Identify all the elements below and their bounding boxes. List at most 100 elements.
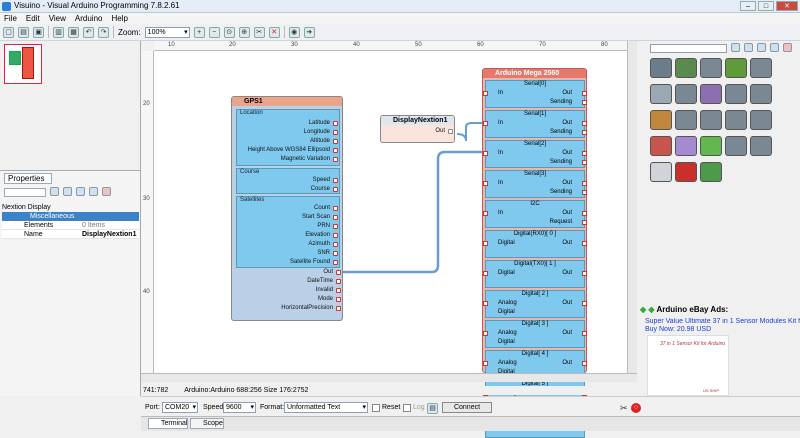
- format-select[interactable]: Unformatted Text: [284, 402, 368, 413]
- palette-category-icon[interactable]: [700, 58, 722, 78]
- tools-icon[interactable]: ✂: [620, 403, 628, 414]
- palette-category-icon[interactable]: [650, 110, 672, 130]
- output-pin[interactable]: [333, 215, 338, 220]
- nextion-component[interactable]: DisplayNextion1 Out: [380, 115, 455, 143]
- output-pin[interactable]: [582, 160, 587, 165]
- close-button[interactable]: ✕: [776, 1, 798, 11]
- palette-category-icon[interactable]: [725, 110, 747, 130]
- palette-category-icon[interactable]: [675, 58, 697, 78]
- input-pin[interactable]: [483, 181, 488, 186]
- ebay-ad-image[interactable]: 37 in 1 Sensor Kit for Arduino US SHIP: [647, 335, 729, 396]
- mega-pin-group[interactable]: Serial[1] In Out Sending: [483, 110, 587, 138]
- palette-category-icon[interactable]: [725, 84, 747, 104]
- output-pin[interactable]: [333, 121, 338, 126]
- mega-pin-group[interactable]: Digital(TX0)[ 1 ] Digital Out: [483, 260, 587, 288]
- output-pin[interactable]: [333, 224, 338, 229]
- output-pin[interactable]: [582, 271, 587, 276]
- palette-category-icon[interactable]: [650, 136, 672, 156]
- speed-select[interactable]: 9600: [223, 402, 256, 413]
- open-folder-icon[interactable]: ▤: [18, 26, 29, 38]
- expand-icon[interactable]: [50, 187, 59, 196]
- menu-view[interactable]: View: [49, 13, 66, 24]
- palette-category-icon[interactable]: [675, 110, 697, 130]
- palette-category-icon[interactable]: [700, 110, 722, 130]
- minimize-button[interactable]: –: [740, 1, 756, 11]
- globe-icon[interactable]: ◉: [288, 26, 300, 38]
- mega-pin-group[interactable]: Digital[ 3 ] Analog Digital Out: [483, 320, 587, 348]
- output-pin[interactable]: [582, 130, 587, 135]
- output-pin[interactable]: [582, 241, 587, 246]
- stop-icon[interactable]: ○: [631, 403, 641, 413]
- input-pin[interactable]: [483, 361, 488, 366]
- palette-category-icon[interactable]: [725, 58, 747, 78]
- palette-category-icon[interactable]: [750, 84, 772, 104]
- output-pin[interactable]: [336, 288, 341, 293]
- palette-category-icon[interactable]: [725, 136, 747, 156]
- zoom-select[interactable]: 100%: [144, 26, 190, 38]
- properties-tab[interactable]: Properties: [4, 173, 52, 184]
- output-pin[interactable]: [333, 233, 338, 238]
- pin-icon[interactable]: [89, 187, 98, 196]
- mega-pin-group[interactable]: Serial[0] In Out Sending: [483, 80, 587, 108]
- output-pin[interactable]: [336, 306, 341, 311]
- menu-edit[interactable]: Edit: [26, 13, 40, 24]
- output-pin[interactable]: [582, 331, 587, 336]
- folder-icon[interactable]: [744, 43, 753, 52]
- palette-category-icon[interactable]: [700, 84, 722, 104]
- output-pin[interactable]: [582, 220, 587, 225]
- undo-icon[interactable]: ↶: [83, 26, 94, 38]
- ebay-ad-price[interactable]: Buy Now: 20.98 USD: [645, 326, 711, 333]
- output-pin[interactable]: [582, 190, 587, 195]
- output-pin[interactable]: [333, 178, 338, 183]
- palette-category-icon[interactable]: [750, 136, 772, 156]
- properties-search-input[interactable]: [4, 188, 46, 197]
- output-pin[interactable]: [582, 151, 587, 156]
- input-pin[interactable]: [483, 271, 488, 276]
- vertical-scrollbar[interactable]: [627, 41, 637, 373]
- log-file-icon[interactable]: ▤: [427, 403, 438, 414]
- zoom-reset-icon[interactable]: ⊕: [238, 26, 250, 38]
- menu-file[interactable]: File: [4, 13, 17, 24]
- close-panel-icon[interactable]: [783, 43, 792, 52]
- output-pin[interactable]: [448, 129, 453, 134]
- palette-category-icon[interactable]: [650, 84, 672, 104]
- output-pin[interactable]: [333, 157, 338, 162]
- input-pin[interactable]: [483, 331, 488, 336]
- output-pin[interactable]: [582, 301, 587, 306]
- mega-pin-group[interactable]: Digital[ 2 ] Analog Digital Out: [483, 290, 587, 318]
- palette-category-icon[interactable]: [650, 162, 672, 182]
- input-pin[interactable]: [483, 211, 488, 216]
- grid-icon[interactable]: ▦: [68, 26, 79, 38]
- upload-icon[interactable]: ➜: [303, 26, 315, 38]
- output-pin[interactable]: [333, 187, 338, 192]
- property-row[interactable]: Elements 0 Items: [2, 221, 139, 230]
- arrow-left-icon[interactable]: ◆: [640, 305, 646, 314]
- zoom-out-icon[interactable]: −: [208, 26, 220, 38]
- delete-icon[interactable]: ✕: [268, 26, 280, 38]
- output-pin[interactable]: [582, 361, 587, 366]
- cut-icon[interactable]: ✂: [253, 26, 265, 38]
- input-pin[interactable]: [483, 121, 488, 126]
- reset-checkbox[interactable]: [372, 404, 380, 412]
- arduino-mega-component[interactable]: Arduino Mega 2560 Serial[0] In Out Sending S…: [482, 68, 587, 438]
- input-pin[interactable]: [483, 91, 488, 96]
- palette-category-icon[interactable]: [750, 110, 772, 130]
- output-pin[interactable]: [582, 91, 587, 96]
- menu-help[interactable]: Help: [111, 13, 127, 24]
- palette-category-icon[interactable]: [650, 58, 672, 78]
- mega-pin-group[interactable]: Serial[2] In Out Sending: [483, 140, 587, 168]
- tab-terminal[interactable]: Terminal: [148, 418, 188, 429]
- output-pin[interactable]: [582, 211, 587, 216]
- output-pin[interactable]: [336, 270, 341, 275]
- sort-icon[interactable]: [76, 187, 85, 196]
- wire-nextion-to-serial[interactable]: [456, 122, 484, 142]
- zoom-fit-icon[interactable]: ⊙: [223, 26, 235, 38]
- wire-gps-to-serial[interactable]: [343, 150, 484, 274]
- log-checkbox[interactable]: [403, 404, 411, 412]
- ebay-ad-link[interactable]: Super Value Ultimate 37 in 1 Sensor Modu…: [645, 318, 800, 325]
- property-category[interactable]: Miscellaneous: [2, 212, 139, 221]
- save-icon[interactable]: ▣: [33, 26, 44, 38]
- port-select[interactable]: COM20: [162, 402, 198, 413]
- output-pin[interactable]: [582, 181, 587, 186]
- property-row[interactable]: Name DisplayNextion1: [2, 230, 139, 239]
